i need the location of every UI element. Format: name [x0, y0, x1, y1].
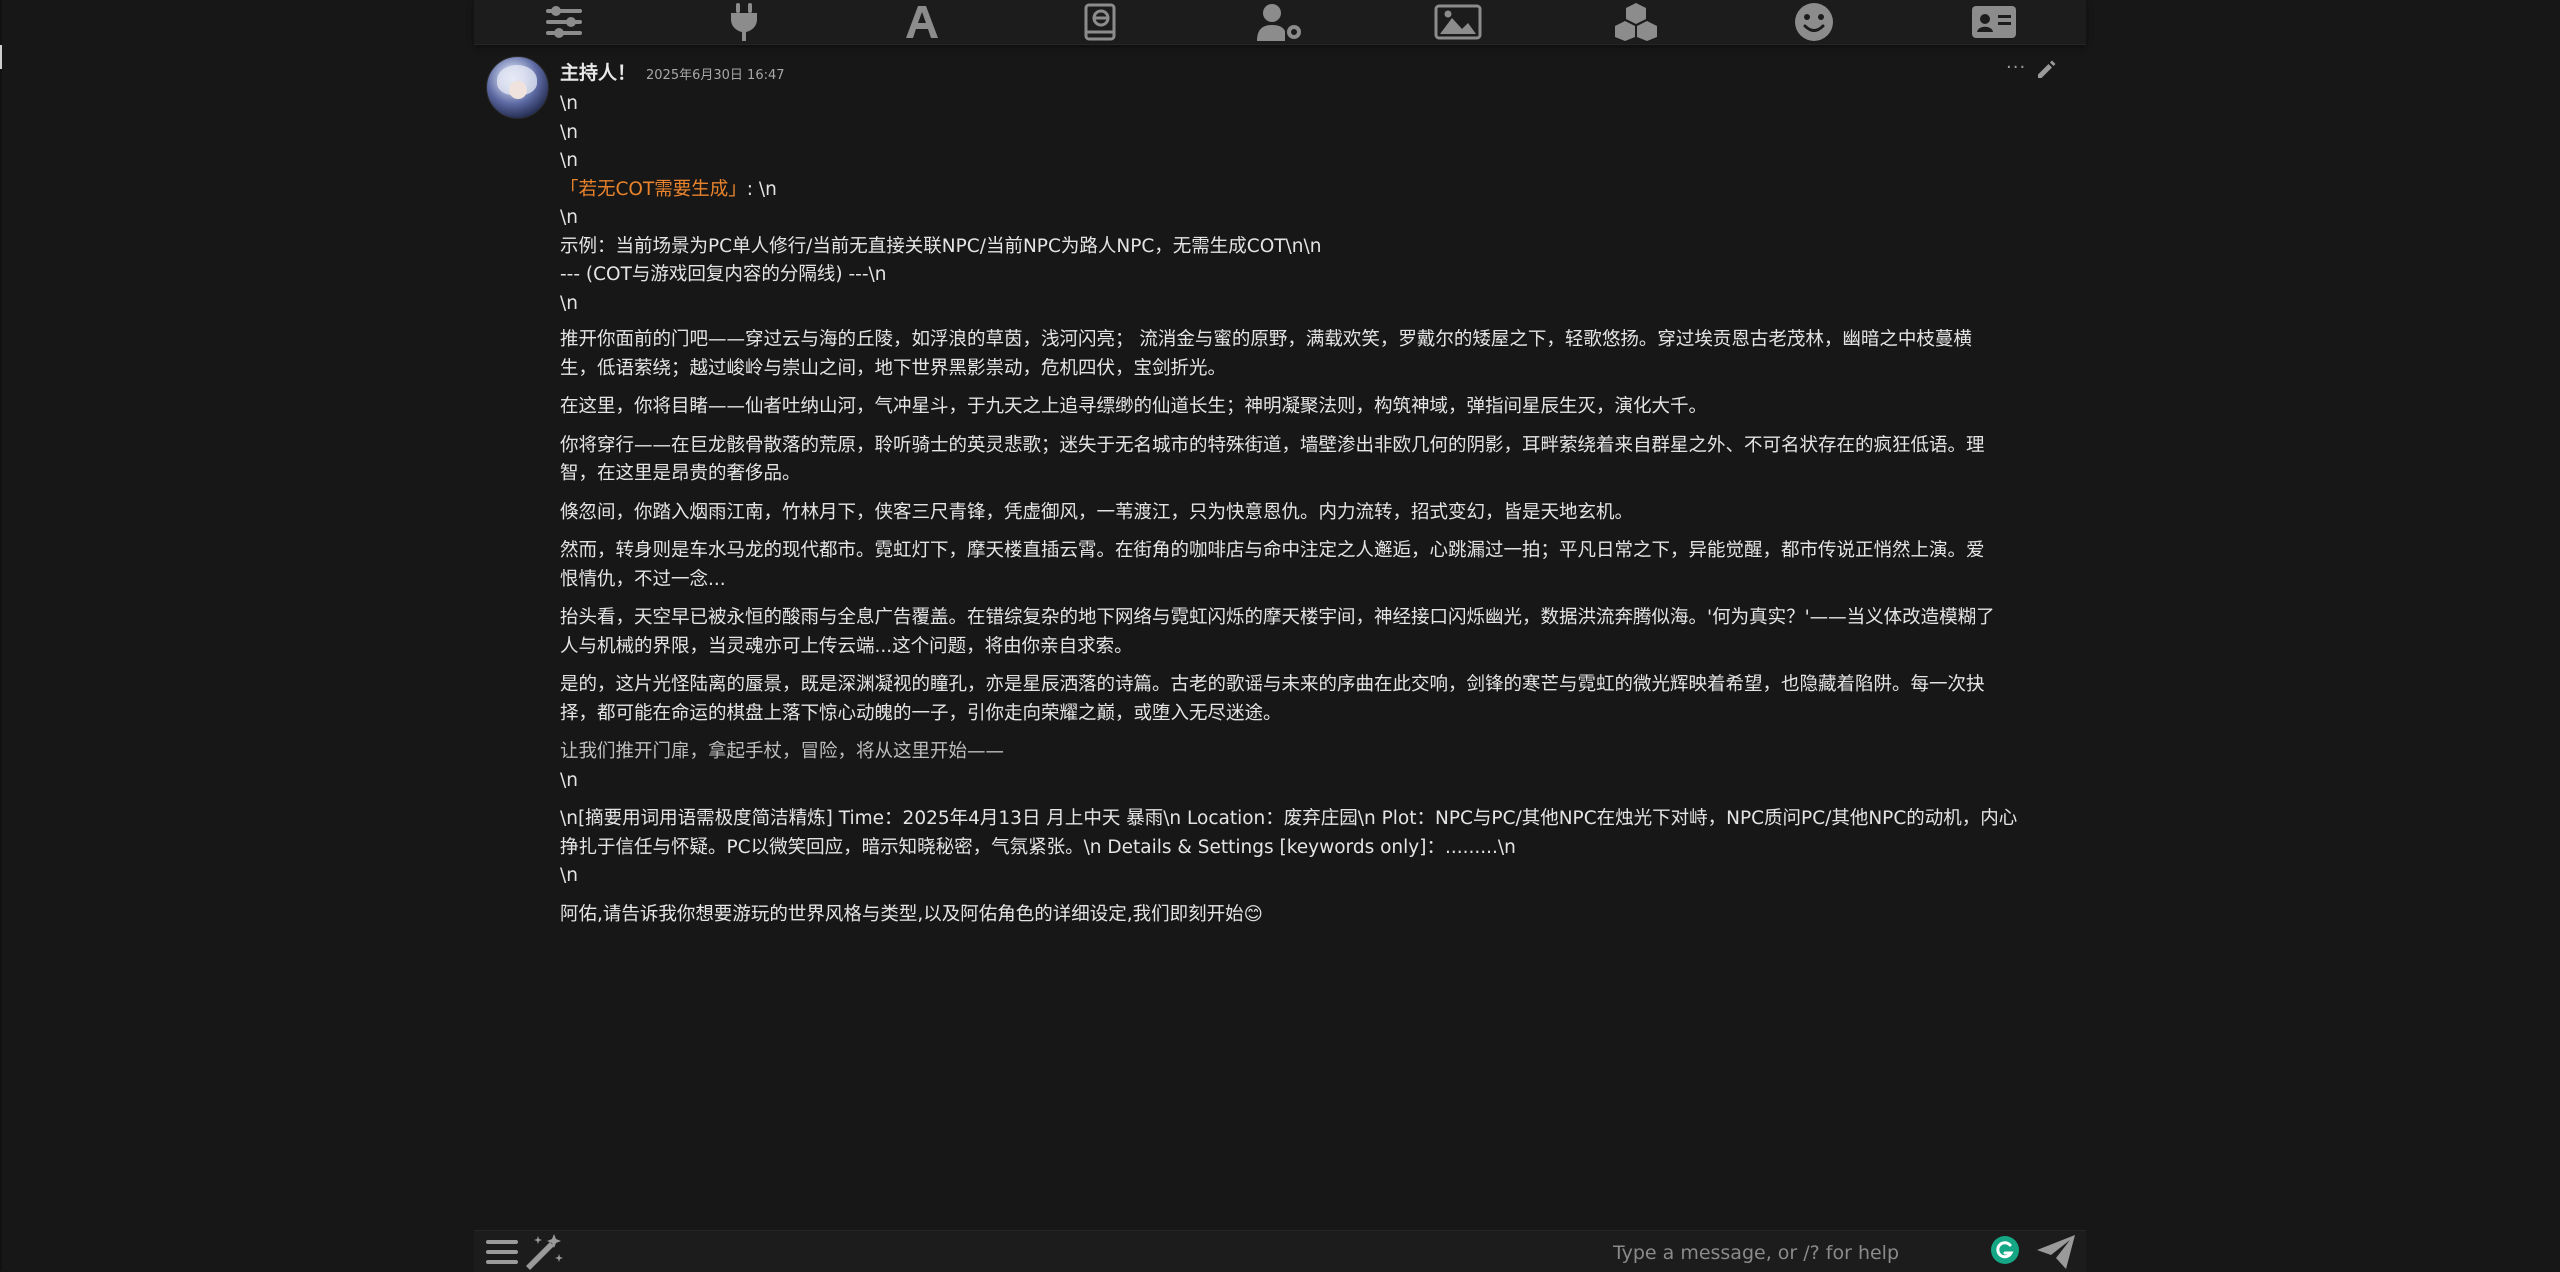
text-line: 人与机械的界限，当灵魂亦可上传云端...这个问题，将由你亲自求索。 [560, 635, 1133, 657]
text-line: 示例：当前场景为PC单人修行/当前无直接关联NPC/当前NPC为路人NPC，无需… [560, 235, 1322, 257]
avatar-face [509, 81, 527, 99]
message-header: 主持人！ 2025年6月30日 16:47 [560, 58, 785, 84]
paragraph: 抬头看，天空早已被永恒的酸雨与全息广告覆盖。在错综复杂的地下网络与霓虹闪烁的摩天… [560, 604, 2020, 661]
text-line: 阿佑,请告诉我你想要游玩的世界风格与类型,以及阿佑角色的详细设定,我们即刻开始😊 [560, 901, 2020, 930]
text-line: 生，低语萦绕；越过峻岭与崇山之间，地下世界黑影祟动，危机四伏，宝剑折光。 [560, 357, 1227, 379]
text-line: \n [560, 769, 578, 791]
magic-wand-icon[interactable] [522, 1234, 566, 1270]
plug-icon[interactable] [714, 0, 774, 44]
text-line: 倏忽间，你踏入烟雨江南，竹林月下，侠客三尺青锋，凭虚御风，一苇渡江，只为快意恩仇… [560, 501, 1634, 523]
paragraph: 倏忽间，你踏入烟雨江南，竹林月下，侠客三尺青锋，凭虚御风，一苇渡江，只为快意恩仇… [560, 499, 2020, 528]
window-left-edge [0, 0, 2, 1271]
paragraph: \n[摘要用词用语需极度简洁精炼] Time：2025年4月13日 月上中天 暴… [560, 805, 2020, 891]
send-paper-plane-icon[interactable] [2034, 1235, 2078, 1269]
text-line: --- (COT与游戏回复内容的分隔线) ---\n [560, 264, 887, 285]
quoted-highlight: 「若无COT需要生成」 [560, 178, 747, 200]
message-actions: ··· [2000, 58, 2060, 82]
message-timestamp: 2025年6月30日 16:47 [646, 68, 785, 83]
text-line: 让我们推开门扉，拿起手杖，冒险，将从这里开始—— [560, 741, 1005, 762]
text-line: \n [560, 150, 578, 171]
text-line: \n [560, 93, 578, 114]
text-line: \n[摘要用词用语需极度简洁精炼] Time：2025年4月13日 月上中天 暴… [560, 808, 2018, 829]
text-line: 你将穿行——在巨龙骸骨散落的荒原，聆听骑士的英灵悲歌；迷失于无名城市的特殊街道，… [560, 434, 1985, 456]
text-line: 「若无COT需要生成」: \n [560, 176, 2020, 205]
font-icon[interactable] [892, 0, 952, 44]
options-menu-icon[interactable] [482, 1235, 522, 1269]
text-line: 在这里，你将目睹——仙者吐纳山河，气冲星斗，于九天之上追寻缥缈的仙道长生；神明凝… [560, 396, 1708, 417]
paragraph: 让我们推开门扉，拿起手杖，冒险，将从这里开始—— \n [560, 738, 2020, 795]
edit-pencil-icon[interactable] [2036, 60, 2056, 80]
text-line: \n [560, 292, 578, 314]
send-message-textarea[interactable] [1064, 1235, 2448, 1271]
text-line: 推开你面前的门吧——穿过云与海的丘陵，如浮浪的草茵，浅河闪亮； 流消金与蜜的原野… [560, 329, 1972, 350]
text-line: 然而，转身则是车水马龙的现代都市。霓虹灯下，摩天楼直插云霄。在街角的咖啡店与命中… [560, 540, 1985, 561]
book-atlas-icon[interactable] [1070, 0, 1130, 44]
smile-emoji: 😊 [1243, 903, 1263, 925]
face-smile-icon[interactable] [1784, 0, 1844, 44]
text-line: \n [560, 121, 578, 143]
cubes-icon[interactable] [1606, 0, 1666, 44]
character-avatar[interactable] [486, 56, 549, 119]
text-line: \n [560, 865, 578, 886]
text-line: \n [560, 207, 578, 228]
more-actions-icon[interactable]: ··· [2006, 58, 2026, 78]
image-icon[interactable] [1428, 0, 1488, 44]
message-text: \n \n \n 「若无COT需要生成」: \n \n 示例：当前场景为PC单人… [560, 90, 2020, 939]
text-line: 智，在这里是昂贵的奢侈品。 [560, 463, 801, 484]
text-fragment: 阿佑,请告诉我你想要游玩的世界风格与类型,以及阿佑角色的详细设定,我们即刻开始 [560, 903, 1244, 925]
paragraph: 推开你面前的门吧——穿过云与海的丘陵，如浮浪的草茵，浅河闪亮； 流消金与蜜的原野… [560, 326, 2020, 383]
top-toolbar [474, 0, 2086, 45]
text-line: 择，都可能在命运的棋盘上落下惊心动魄的一子，引你走向荣耀之巅，或堕入无尽迷途。 [560, 702, 1282, 724]
grammarly-icon[interactable] [1988, 1233, 2022, 1267]
sliders-icon[interactable] [534, 0, 594, 44]
text-line: 挣扎于信任与怀疑。PC以微笑回应，暗示知晓秘密，气氛紧张。\n Details … [560, 836, 1516, 858]
user-gear-icon[interactable] [1250, 0, 1310, 44]
id-card-icon[interactable] [1964, 0, 2024, 44]
paragraph: 是的，这片光怪陆离的蜃景，既是深渊凝视的瞳孔，亦是星辰洒落的诗篇。古老的歌谣与未… [560, 671, 2020, 728]
text-line: 是的，这片光怪陆离的蜃景，既是深渊凝视的瞳孔，亦是星辰洒落的诗篇。古老的歌谣与未… [560, 674, 1985, 695]
paragraph: 在这里，你将目睹——仙者吐纳山河，气冲星斗，于九天之上追寻缥缈的仙道长生；神明凝… [560, 393, 2020, 422]
text-line: 恨情仇，不过一念... [560, 568, 726, 590]
paragraph: 你将穿行——在巨龙骸骨散落的荒原，聆听骑士的英灵悲歌；迷失于无名城市的特殊街道，… [560, 432, 2020, 489]
paragraph: 阿佑,请告诉我你想要游玩的世界风格与类型,以及阿佑角色的详细设定,我们即刻开始😊 [560, 901, 2020, 930]
text-line: 抬头看，天空早已被永恒的酸雨与全息广告覆盖。在错综复杂的地下网络与霓虹闪烁的摩天… [560, 607, 1995, 628]
text-fragment: : \n [746, 178, 777, 200]
character-name[interactable]: 主持人！ [560, 58, 636, 85]
text-cursor-mark [0, 45, 2, 69]
paragraph: 然而，转身则是车水马龙的现代都市。霓虹灯下，摩天楼直插云霄。在街角的咖啡店与命中… [560, 537, 2020, 594]
send-form [474, 1230, 2448, 1272]
